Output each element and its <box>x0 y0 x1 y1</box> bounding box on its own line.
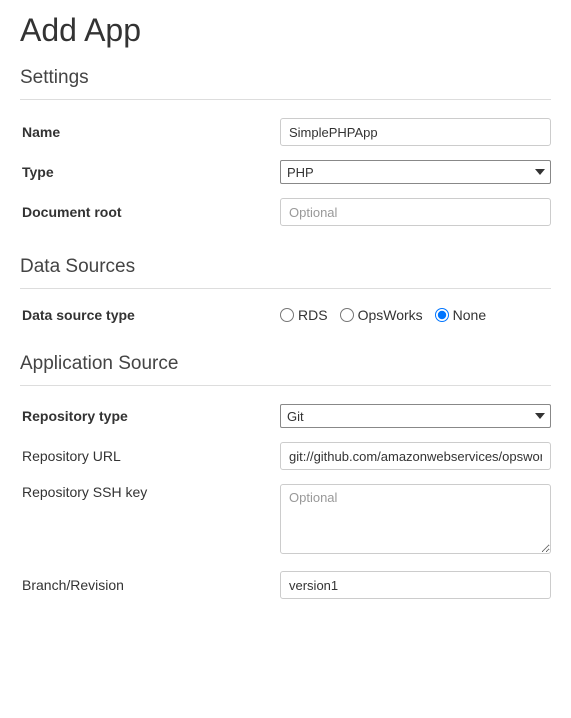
section-title-data-sources: Data Sources <box>20 256 551 278</box>
form-row-type: Type PHP <box>20 160 551 184</box>
form-row-repository-ssh-key: Repository SSH key <box>20 484 551 557</box>
document-root-input[interactable] <box>280 198 551 226</box>
label-repository-ssh-key: Repository SSH key <box>20 484 280 500</box>
data-source-type-radio-group: RDS OpsWorks None <box>280 307 551 323</box>
label-type: Type <box>20 164 280 180</box>
label-branch-revision: Branch/Revision <box>20 577 280 593</box>
radio-opsworks[interactable] <box>340 308 354 322</box>
form-row-repository-type: Repository type Git <box>20 404 551 428</box>
type-select[interactable]: PHP <box>280 160 551 184</box>
page-title: Add App <box>20 12 551 49</box>
radio-label-rds: RDS <box>298 307 328 323</box>
radio-label-opsworks: OpsWorks <box>358 307 423 323</box>
divider <box>20 288 551 289</box>
repository-url-input[interactable] <box>280 442 551 470</box>
radio-item-none[interactable]: None <box>435 307 486 323</box>
form-row-name: Name <box>20 118 551 146</box>
name-input[interactable] <box>280 118 551 146</box>
label-document-root: Document root <box>20 204 280 220</box>
form-row-data-source-type: Data source type RDS OpsWorks None <box>20 307 551 323</box>
repository-type-select-value: Git <box>280 404 551 428</box>
label-repository-type: Repository type <box>20 408 280 424</box>
repository-ssh-key-input[interactable] <box>280 484 551 554</box>
section-title-application-source: Application Source <box>20 353 551 375</box>
repository-type-select[interactable]: Git <box>280 404 551 428</box>
label-repository-url: Repository URL <box>20 448 280 464</box>
type-select-value: PHP <box>280 160 551 184</box>
radio-item-rds[interactable]: RDS <box>280 307 328 323</box>
form-row-repository-url: Repository URL <box>20 442 551 470</box>
divider <box>20 385 551 386</box>
form-row-document-root: Document root <box>20 198 551 226</box>
form-row-branch-revision: Branch/Revision <box>20 571 551 599</box>
radio-none[interactable] <box>435 308 449 322</box>
label-name: Name <box>20 124 280 140</box>
section-title-settings: Settings <box>20 67 551 89</box>
radio-rds[interactable] <box>280 308 294 322</box>
branch-revision-input[interactable] <box>280 571 551 599</box>
divider <box>20 99 551 100</box>
radio-item-opsworks[interactable]: OpsWorks <box>340 307 423 323</box>
radio-label-none: None <box>453 307 486 323</box>
label-data-source-type: Data source type <box>20 307 280 323</box>
